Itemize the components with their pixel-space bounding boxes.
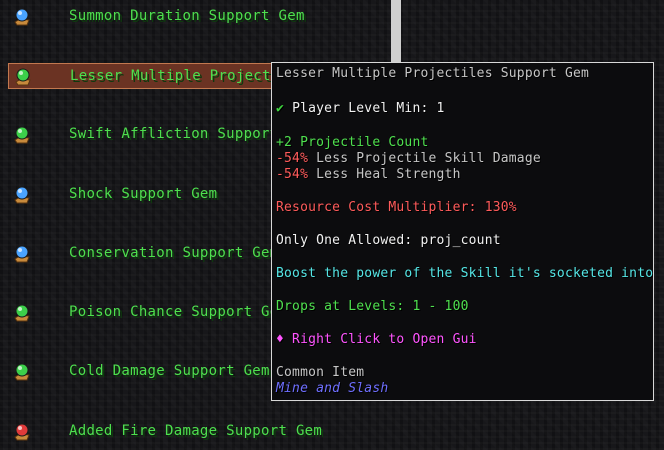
- resource-cost: Resource Cost Multiplier: 130%: [276, 200, 517, 215]
- unique-constraint: Only One Allowed: proj_count: [276, 233, 501, 248]
- green-gem-icon: [14, 304, 30, 322]
- list-scrollbar[interactable]: [391, 0, 401, 64]
- list-item-label: Cold Damage Support Gem: [69, 363, 270, 379]
- green-gem-icon: [14, 363, 30, 381]
- red-gem-icon: [14, 423, 30, 441]
- list-item-label: Shock Support Gem: [69, 186, 218, 202]
- stat-text: Less Projectile Skill Damage: [308, 151, 541, 166]
- checkmark-icon: ✔: [276, 101, 285, 116]
- green-gem-icon: [15, 68, 31, 86]
- gem-description: Boost the power of the Skill it's socket…: [276, 266, 654, 281]
- right-click-hint: ♦ Right Click to Open Gui: [276, 332, 477, 347]
- blue-gem-icon: [14, 186, 30, 204]
- stat-value: -54%: [276, 167, 309, 182]
- list-item-label: Conservation Support Gem: [69, 245, 279, 261]
- blue-gem-icon: [14, 245, 30, 263]
- item-tooltip: Lesser Multiple Projectiles Support Gem …: [271, 62, 654, 401]
- green-gem-icon: [14, 126, 30, 144]
- list-item[interactable]: Added Fire Damage Support Gem: [8, 419, 388, 445]
- level-requirement: ✔ Player Level Min: 1: [276, 101, 445, 116]
- list-item[interactable]: Summon Duration Support Gem: [8, 4, 388, 30]
- stat-projectile-damage: -54% Less Projectile Skill Damage: [276, 151, 541, 166]
- list-item-label: Poison Chance Support Gem: [69, 304, 288, 320]
- blue-gem-icon: [14, 8, 30, 26]
- level-requirement-text: Player Level Min: 1: [292, 101, 445, 116]
- mod-name: Mine and Slash: [276, 381, 389, 396]
- item-rarity: Common Item: [276, 365, 365, 380]
- tooltip-title: Lesser Multiple Projectiles Support Gem: [276, 66, 590, 81]
- stat-text: Less Heal Strength: [308, 167, 461, 182]
- stat-projectile-count: +2 Projectile Count: [276, 135, 429, 150]
- stat-heal-strength: -54% Less Heal Strength: [276, 167, 461, 182]
- list-item-label: Added Fire Damage Support Gem: [69, 423, 323, 439]
- drop-levels: Drops at Levels: 1 - 100: [276, 299, 469, 314]
- stat-value: -54%: [276, 151, 309, 166]
- list-item-label: Summon Duration Support Gem: [69, 8, 305, 24]
